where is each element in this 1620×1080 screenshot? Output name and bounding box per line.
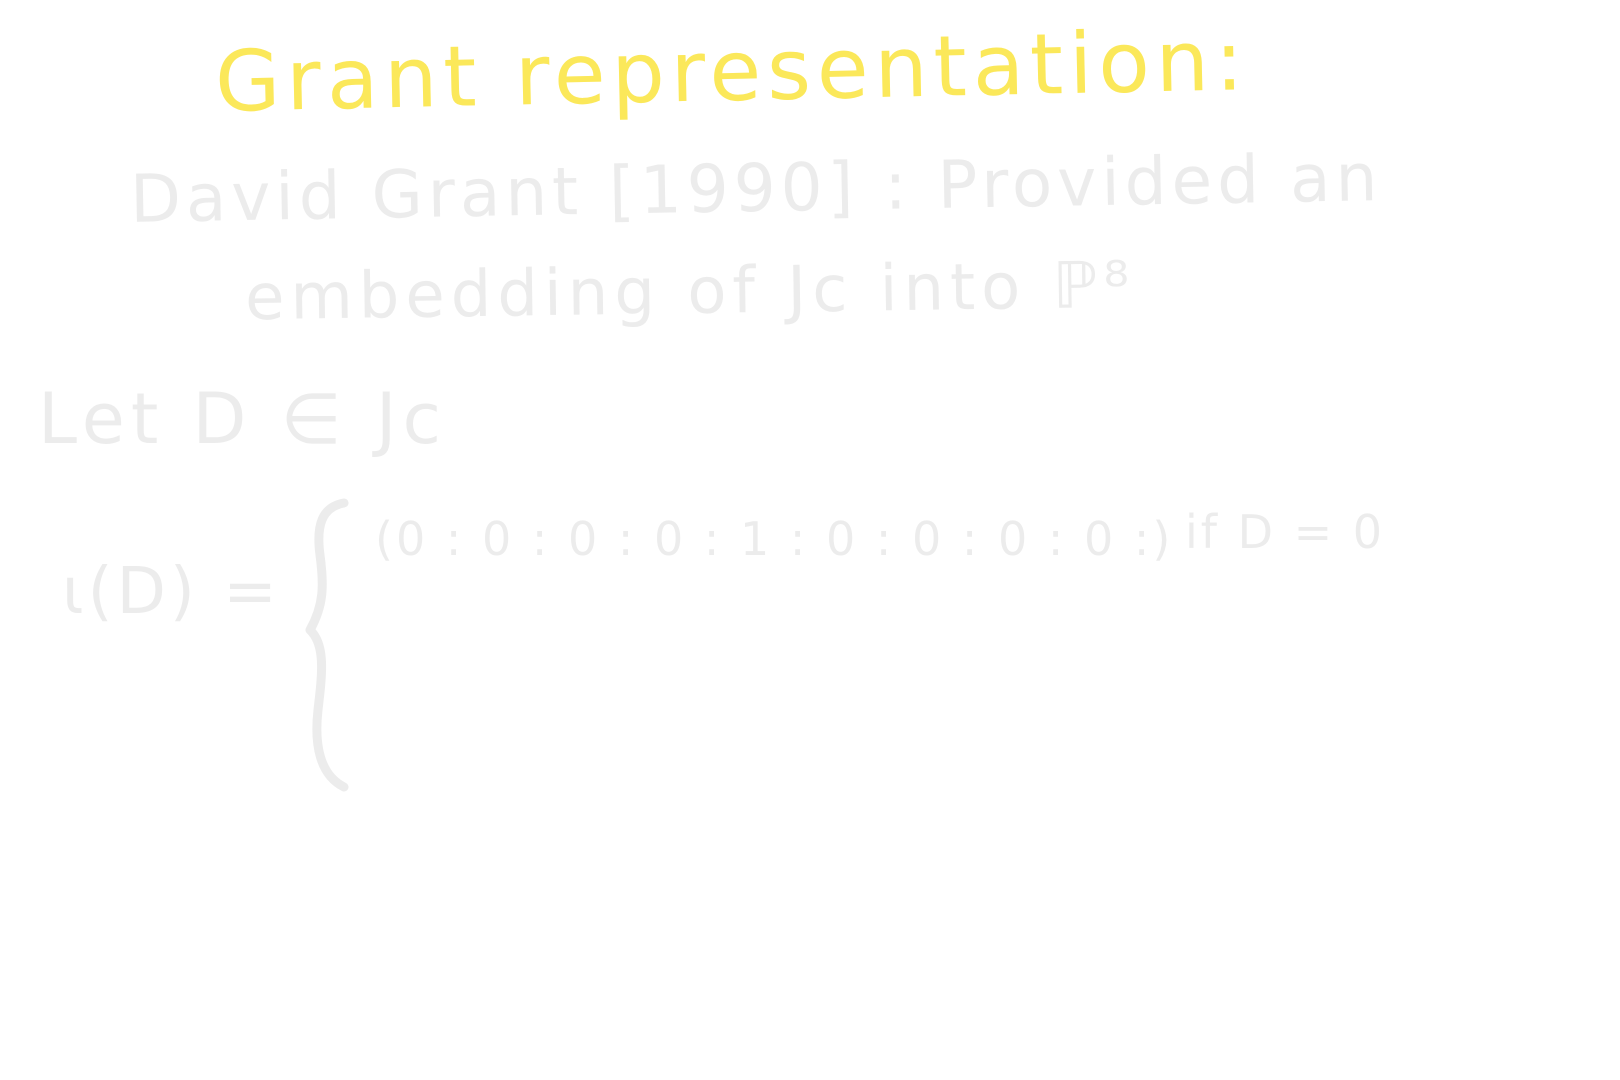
let-statement: Let D ∈ Jc xyxy=(38,378,448,460)
case-value-zero: (0 : 0 : 0 : 0 : 1 : 0 : 0 : 0 : 0 :) xyxy=(375,512,1174,566)
left-brace xyxy=(305,498,349,792)
map-lhs: ι(D) = xyxy=(62,555,281,629)
whiteboard-canvas: Grant representation: David Grant [1990]… xyxy=(0,0,1620,1080)
case-condition-zero: if D = 0 xyxy=(1185,505,1386,559)
slide-title: Grant representation: xyxy=(214,11,1251,131)
citation-line: David Grant [1990] : Provided an xyxy=(129,139,1383,238)
embedding-line: embedding of Jc into ℙ⁸ xyxy=(244,248,1136,336)
